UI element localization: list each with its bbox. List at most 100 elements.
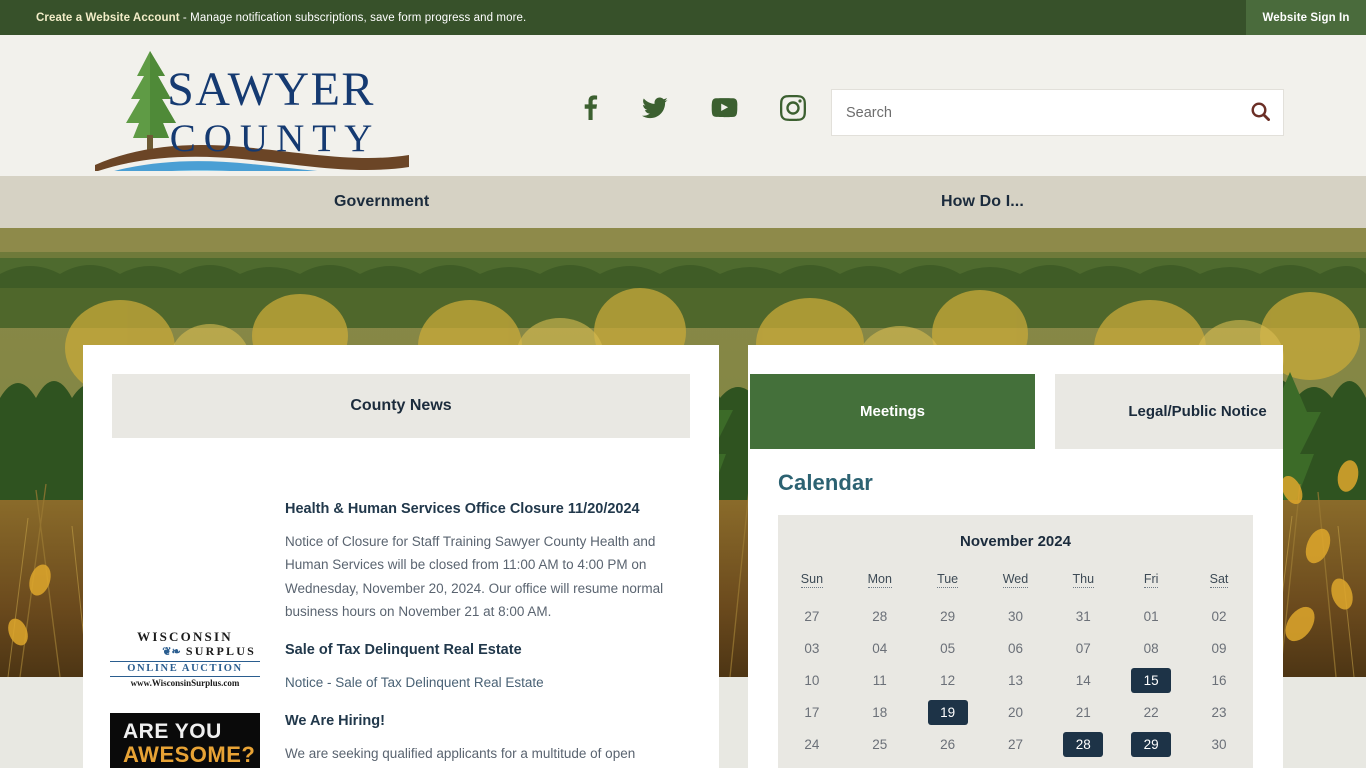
search-input[interactable]	[832, 90, 1237, 135]
calendar-day-with-event[interactable]: 19	[927, 699, 968, 725]
calendar-day: 27	[804, 608, 820, 624]
awesome-line2: AWESOME?	[123, 742, 256, 767]
calendar-cell: 27	[778, 600, 846, 632]
surplus-line4: www.WisconsinSurplus.com	[130, 678, 240, 688]
calendar-cell: 20	[982, 696, 1050, 728]
tab-meetings[interactable]: Meetings	[750, 374, 1035, 449]
sawyer-county-logo[interactable]: SAWYER COUNTY	[93, 43, 411, 187]
calendar-cell: 22	[1117, 696, 1185, 728]
awesome-line1: ARE YOU	[123, 720, 222, 743]
calendar-cell: 08	[1117, 632, 1185, 664]
news-article-list: Health & Human Services Office Closure 1…	[285, 500, 685, 768]
website-signin-button[interactable]: Website Sign In	[1246, 0, 1366, 35]
meetings-panel: Meetings Legal/Public Notice Calendar No…	[748, 345, 1283, 768]
surplus-line2: ❦❧ SURPLUS	[110, 645, 260, 658]
instagram-icon[interactable]	[780, 95, 806, 121]
alert-rest-text: - Manage notification subscriptions, sav…	[179, 11, 527, 24]
calendar-cell: 30	[982, 600, 1050, 632]
calendar-day: 10	[804, 672, 820, 688]
calendar-widget: November 2024 Sun Mon Tue Wed Thu Fri Sa…	[778, 515, 1253, 768]
weekday-fri: Fri	[1143, 572, 1159, 588]
county-news-title: County News	[350, 397, 452, 414]
calendar-cell: 06	[982, 632, 1050, 664]
weekday-header: Tue	[914, 572, 982, 600]
weekday-header: Fri	[1117, 572, 1185, 600]
svg-text:COUNTY: COUNTY	[170, 117, 381, 160]
nav-item-government[interactable]: Government	[334, 193, 429, 211]
weekday-sun: Sun	[800, 572, 824, 588]
nav-item-how-do-i[interactable]: How Do I...	[941, 193, 1024, 211]
calendar-cell: 05	[914, 632, 982, 664]
wisconsin-surplus-logo[interactable]: WISCONSIN ❦❧ SURPLUS ONLINE AUCTION www.…	[110, 629, 260, 688]
main-navigation: Government How Do I...	[0, 176, 1366, 228]
panel-tabs: Meetings Legal/Public Notice	[750, 374, 1283, 449]
create-account-link[interactable]: Create a Website Account	[36, 12, 180, 24]
calendar-table: Sun Mon Tue Wed Thu Fri Sat 27 28 29 30 31 01…	[778, 572, 1253, 760]
surplus-line3: ONLINE AUCTION	[110, 661, 260, 677]
weekday-sat: Sat	[1209, 572, 1229, 588]
facebook-icon[interactable]	[578, 95, 600, 121]
calendar-day-with-event[interactable]: 15	[1131, 667, 1172, 693]
calendar-cell: 09	[1185, 632, 1253, 664]
news-item-link[interactable]: Notice - Sale of Tax Delinquent Real Est…	[285, 671, 685, 694]
weekday-thu: Thu	[1072, 572, 1095, 588]
calendar-cell: 10	[778, 664, 846, 696]
search-submit-button[interactable]	[1237, 90, 1283, 135]
calendar-cell: 26	[914, 728, 982, 760]
calendar-day-with-event[interactable]: 28	[1063, 731, 1104, 757]
calendar-cell: 17	[778, 696, 846, 728]
news-item-title[interactable]: Sale of Tax Delinquent Real Estate	[285, 641, 685, 659]
calendar-day: 28	[872, 608, 888, 624]
weekday-header: Thu	[1049, 572, 1117, 600]
calendar-cell: 24	[778, 728, 846, 760]
weekday-header: Mon	[846, 572, 914, 600]
calendar-day: 14	[1075, 672, 1091, 688]
news-item-title[interactable]: Health & Human Services Office Closure 1…	[285, 500, 685, 518]
calendar-day: 04	[872, 640, 888, 656]
calendar-day: 20	[1007, 704, 1023, 720]
weekday-tue: Tue	[937, 572, 959, 588]
calendar-day: 02	[1211, 608, 1227, 624]
calendar-day: 29	[940, 608, 956, 624]
tab-legal-public-notice[interactable]: Legal/Public Notice	[1055, 374, 1283, 449]
weekday-wed: Wed	[1002, 572, 1029, 588]
are-you-awesome-banner[interactable]: ARE YOU AWESOME?	[110, 713, 260, 768]
search-icon	[1250, 101, 1270, 124]
calendar-cell: 15	[1117, 664, 1185, 696]
youtube-icon[interactable]	[710, 98, 738, 118]
calendar-day: 18	[872, 704, 888, 720]
calendar-day-with-event[interactable]: 29	[1131, 731, 1172, 757]
news-item: Health & Human Services Office Closure 1…	[285, 500, 685, 623]
surplus-line1: WISCONSIN	[137, 629, 233, 644]
calendar-day: 17	[804, 704, 820, 720]
calendar-cell: 29	[914, 600, 982, 632]
calendar-day: 24	[804, 736, 820, 752]
twitter-icon[interactable]	[642, 97, 668, 119]
calendar-day: 26	[940, 736, 956, 752]
news-item: Sale of Tax Delinquent Real Estate Notic…	[285, 641, 685, 694]
calendar-day: 01	[1143, 608, 1159, 624]
calendar-cell: 14	[1049, 664, 1117, 696]
calendar-day: 06	[1007, 640, 1023, 656]
news-item: We Are Hiring! We are seeking qualified …	[285, 712, 685, 765]
calendar-day: 11	[872, 672, 887, 688]
news-item-title[interactable]: We Are Hiring!	[285, 712, 685, 730]
county-news-header: County News	[112, 374, 690, 438]
alert-message: Create a Website Account - Manage notifi…	[36, 12, 526, 24]
calendar-day: 07	[1075, 640, 1091, 656]
weekday-header: Wed	[982, 572, 1050, 600]
calendar-day: 23	[1211, 704, 1227, 720]
calendar-cell: 12	[914, 664, 982, 696]
calendar-cell: 01	[1117, 600, 1185, 632]
surplus-line2-text: SURPLUS	[185, 644, 256, 658]
news-item-body: We are seeking qualified applicants for …	[285, 746, 636, 762]
calendar-day: 05	[940, 640, 956, 656]
calendar-day: 12	[940, 672, 956, 688]
calendar-day: 22	[1143, 704, 1159, 720]
calendar-day: 09	[1211, 640, 1227, 656]
surplus-ornament-icon: ❦❧	[162, 646, 181, 658]
calendar-day: 30	[1211, 736, 1227, 752]
calendar-body: 27 28 29 30 31 01 02 03 04 05 06 07 08 09 10 11 12 13 14 15…	[778, 600, 1253, 760]
calendar-heading[interactable]: Calendar	[778, 470, 873, 496]
calendar-cell: 04	[846, 632, 914, 664]
